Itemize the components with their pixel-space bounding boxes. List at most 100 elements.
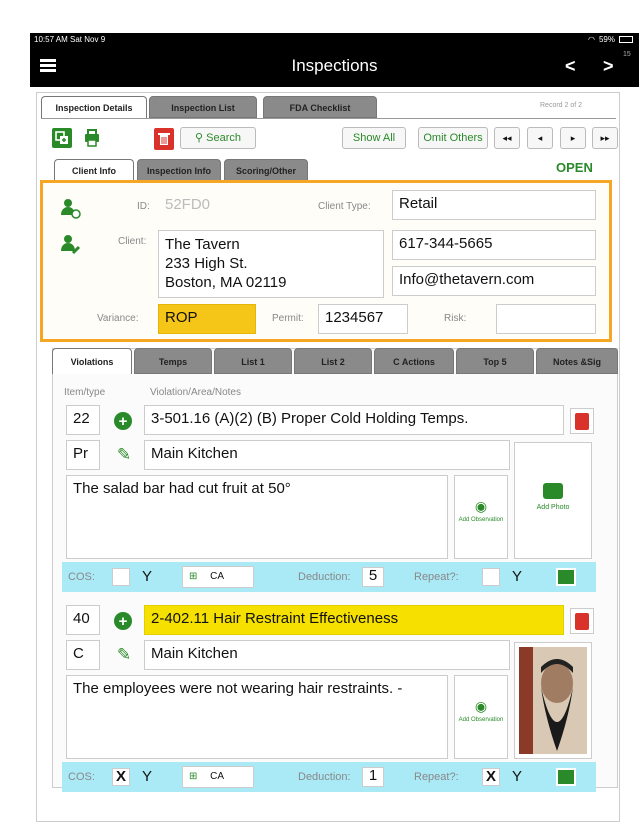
phone-field[interactable]: 617-344-5665 (392, 230, 596, 260)
tab-inspection-details[interactable]: Inspection Details (41, 96, 147, 118)
item-number-field[interactable]: 22 (66, 405, 100, 435)
add-violation-icon[interactable]: + (114, 612, 132, 630)
violation-note-field[interactable]: The salad bar had cut fruit at 50° (66, 475, 448, 559)
forward-button[interactable]: > (603, 56, 614, 77)
previous-record-button[interactable]: ◂ (527, 127, 553, 149)
tab-top-5[interactable]: Top 5 (456, 348, 534, 374)
wifi-icon: ◠ (588, 35, 595, 44)
print-icon[interactable] (82, 128, 102, 148)
tab-c-actions[interactable]: C Actions (374, 348, 454, 374)
type-field[interactable]: C (66, 640, 100, 670)
area-field[interactable]: Main Kitchen (144, 440, 510, 470)
gallery-icon[interactable] (556, 768, 576, 786)
cos-y: Y (142, 568, 153, 585)
eye-icon: ◉ (474, 498, 488, 514)
risk-label: Risk: (444, 313, 467, 324)
add-observation-label: Add Observation (458, 717, 504, 723)
search-label: Search (206, 132, 241, 144)
tab-violations[interactable]: Violations (52, 348, 132, 374)
email-field[interactable]: Info@thetavern.com (392, 266, 596, 296)
omit-others-button[interactable]: Omit Others (418, 127, 488, 149)
violation-row-1: 22 + 3-501.16 (A)(2) (B) Proper Cold Hol… (62, 400, 596, 592)
repeat-y: Y (512, 568, 523, 585)
permit-label: Permit: (272, 313, 304, 324)
delete-violation-icon[interactable] (570, 608, 594, 634)
tab-inspection-list[interactable]: Inspection List (149, 96, 257, 118)
nav-bar: Inspections < > 15 (30, 47, 639, 87)
risk-field[interactable] (496, 304, 596, 334)
tab-client-info[interactable]: Client Info (54, 159, 134, 181)
repeat-y: Y (512, 768, 523, 785)
corrective-action-button[interactable]: ⊞ CA (182, 566, 254, 588)
ca-label: CA (210, 771, 225, 782)
tab-notes-sig[interactable]: Notes &Sig (536, 348, 618, 374)
search-icon: ⚲ (195, 132, 204, 144)
edit-client-icon[interactable] (58, 232, 82, 256)
delete-violation-icon[interactable] (570, 408, 594, 434)
violation-row-2: 40 + 2-402.11 Hair Restraint Effectivene… (62, 600, 596, 792)
add-client-icon[interactable] (58, 196, 82, 220)
id-label: ID: (137, 201, 150, 212)
violation-notes-header: Violation/Area/Notes (150, 387, 241, 398)
add-violation-icon[interactable]: + (114, 412, 132, 430)
variance-field[interactable]: ROP (158, 304, 256, 334)
add-observation-button[interactable]: ◉ Add Observation (454, 475, 508, 559)
tab-list-1[interactable]: List 1 (214, 348, 292, 374)
cos-y: Y (142, 768, 153, 785)
client-name: The Tavern (165, 236, 240, 253)
grid-icon: ⊞ (189, 771, 198, 782)
page-title: Inspections (291, 56, 378, 75)
repeat-checkbox[interactable]: X (482, 768, 500, 786)
deduction-field[interactable]: 5 (362, 567, 384, 587)
violation-photo[interactable] (514, 642, 592, 759)
client-label: Client: (118, 236, 147, 247)
pencil-icon[interactable]: ✎ (114, 645, 134, 664)
add-photo-label: Add Photo (536, 504, 570, 511)
first-record-button[interactable]: ◂◂ (494, 127, 520, 149)
add-observation-label: Add Observation (458, 517, 504, 523)
copy-icon[interactable] (52, 128, 72, 148)
search-button[interactable]: ⚲ Search (180, 127, 256, 149)
status-badge: OPEN (556, 160, 593, 175)
violation-footer: COS: X Y ⊞ CA Deduction: 1 Repeat?: X Y (62, 762, 596, 792)
show-all-button[interactable]: Show All (342, 127, 406, 149)
client-type-field[interactable]: Retail (392, 190, 596, 220)
deduction-label: Deduction: (298, 771, 351, 783)
tab-scoring-other[interactable]: Scoring/Other (224, 159, 308, 181)
client-address-line1: 233 High St. (165, 255, 248, 272)
last-record-button[interactable]: ▸▸ (592, 127, 618, 149)
status-bar: 10:57 AM Sat Nov 9 ◠ 59% (30, 33, 639, 47)
add-photo-button[interactable]: Add Photo (514, 442, 592, 559)
cos-checkbox[interactable]: X (112, 768, 130, 786)
pencil-icon[interactable]: ✎ (114, 445, 134, 464)
violation-note-field[interactable]: The employees were not wearing hair rest… (66, 675, 448, 759)
client-address-field[interactable]: The Tavern 233 High St. Boston, MA 02119 (158, 230, 384, 298)
status-time: 10:57 AM Sat Nov 9 (34, 35, 106, 44)
deduction-label: Deduction: (298, 571, 351, 583)
violation-title-field[interactable]: 3-501.16 (A)(2) (B) Proper Cold Holding … (144, 405, 564, 435)
permit-field[interactable]: 1234567 (318, 304, 408, 334)
violation-photo-image (519, 647, 587, 754)
tab-temps[interactable]: Temps (134, 348, 212, 374)
item-number-field[interactable]: 40 (66, 605, 100, 635)
corrective-action-button[interactable]: ⊞ CA (182, 766, 254, 788)
next-record-button[interactable]: ▸ (560, 127, 586, 149)
tab-fda-checklist[interactable]: FDA Checklist (263, 96, 377, 118)
camera-icon (543, 483, 563, 499)
area-field[interactable]: Main Kitchen (144, 640, 510, 670)
back-button[interactable]: < (565, 56, 576, 77)
gallery-icon[interactable] (556, 568, 576, 586)
tab-inspection-info[interactable]: Inspection Info (137, 159, 221, 181)
cos-checkbox[interactable] (112, 568, 130, 586)
client-id: 52FD0 (165, 196, 211, 213)
battery-icon (619, 36, 633, 43)
tab-list-2[interactable]: List 2 (294, 348, 372, 374)
cos-label: COS: (68, 771, 95, 783)
add-observation-button[interactable]: ◉ Add Observation (454, 675, 508, 759)
delete-record-icon[interactable] (154, 128, 174, 150)
type-field[interactable]: Pr (66, 440, 100, 470)
repeat-checkbox[interactable] (482, 568, 500, 586)
deduction-field[interactable]: 1 (362, 767, 384, 787)
repeat-label: Repeat?: (414, 571, 459, 583)
violation-title-field[interactable]: 2-402.11 Hair Restraint Effectiveness (144, 605, 564, 635)
